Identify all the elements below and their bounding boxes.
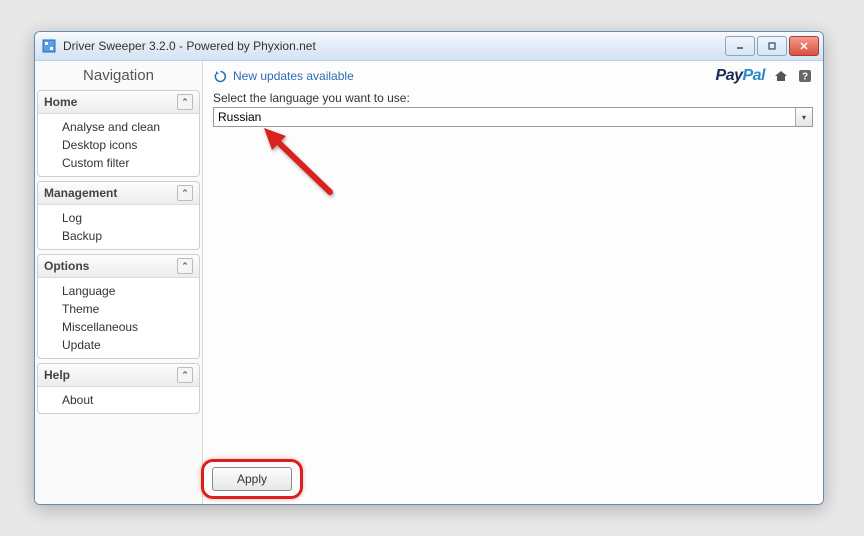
window-buttons (725, 36, 819, 56)
apply-button[interactable]: Apply (212, 467, 292, 491)
main-panel: New updates available PayPal ? Select th… (203, 61, 823, 505)
sidebar-item-about[interactable]: About (62, 391, 199, 409)
refresh-icon (213, 69, 227, 83)
app-icon (41, 38, 57, 54)
nav-head-label: Home (44, 95, 77, 109)
app-window: Driver Sweeper 3.2.0 - Powered by Phyxio… (34, 31, 824, 505)
maximize-button[interactable] (757, 36, 787, 56)
titlebar: Driver Sweeper 3.2.0 - Powered by Phyxio… (35, 32, 823, 61)
nav-group-home: Home ⌃ Analyse and clean Desktop icons C… (37, 90, 200, 177)
close-button[interactable] (789, 36, 819, 56)
topbar: New updates available PayPal ? (213, 67, 813, 85)
nav-head-help[interactable]: Help ⌃ (38, 364, 199, 387)
window-title: Driver Sweeper 3.2.0 - Powered by Phyxio… (63, 39, 725, 53)
language-select[interactable]: Russian ▾ (213, 107, 813, 127)
sidebar-item-log[interactable]: Log (62, 209, 199, 227)
language-label: Select the language you want to use: (213, 91, 813, 105)
sidebar-item-desktop-icons[interactable]: Desktop icons (62, 136, 199, 154)
nav-group-options: Options ⌃ Language Theme Miscellaneous U… (37, 254, 200, 359)
content-area: Navigation Home ⌃ Analyse and clean Desk… (35, 61, 823, 505)
help-icon[interactable]: ? (797, 68, 813, 84)
svg-text:?: ? (802, 72, 808, 83)
chevron-up-icon: ⌃ (177, 258, 193, 274)
nav-head-management[interactable]: Management ⌃ (38, 182, 199, 205)
navigation-title: Navigation (37, 63, 200, 90)
nav-head-label: Management (44, 186, 117, 200)
nav-head-home[interactable]: Home ⌃ (38, 91, 199, 114)
sidebar: Navigation Home ⌃ Analyse and clean Desk… (35, 61, 203, 505)
chevron-up-icon: ⌃ (177, 185, 193, 201)
nav-head-label: Help (44, 368, 70, 382)
nav-group-help: Help ⌃ About (37, 363, 200, 414)
sidebar-item-analyse[interactable]: Analyse and clean (62, 118, 199, 136)
sidebar-item-language[interactable]: Language (62, 282, 199, 300)
chevron-up-icon: ⌃ (177, 367, 193, 383)
chevron-up-icon: ⌃ (177, 94, 193, 110)
minimize-button[interactable] (725, 36, 755, 56)
apply-highlight: Apply (201, 459, 303, 499)
sidebar-item-custom-filter[interactable]: Custom filter (62, 154, 199, 172)
home-icon[interactable] (773, 68, 789, 84)
nav-head-label: Options (44, 259, 89, 273)
sidebar-item-misc[interactable]: Miscellaneous (62, 318, 199, 336)
chevron-down-icon: ▾ (802, 113, 806, 122)
sidebar-item-backup[interactable]: Backup (62, 227, 199, 245)
sidebar-item-update[interactable]: Update (62, 336, 199, 354)
paypal-logo[interactable]: PayPal (716, 67, 765, 85)
nav-group-management: Management ⌃ Log Backup (37, 181, 200, 250)
updates-link[interactable]: New updates available (233, 69, 354, 83)
language-value: Russian (214, 108, 795, 126)
nav-head-options[interactable]: Options ⌃ (38, 255, 199, 278)
dropdown-button[interactable]: ▾ (795, 108, 812, 126)
sidebar-item-theme[interactable]: Theme (62, 300, 199, 318)
